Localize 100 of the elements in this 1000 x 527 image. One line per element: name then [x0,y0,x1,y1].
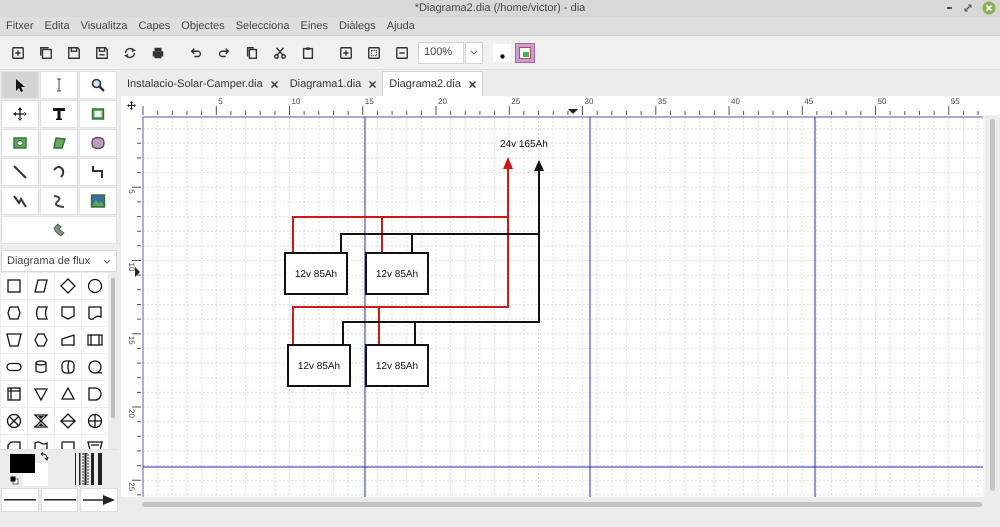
chevron-down-icon [103,258,111,264]
tool-button[interactable] [1,100,39,128]
parallelogram-icon [33,278,49,294]
scissors-icon [273,46,287,60]
shape-button[interactable] [28,327,54,353]
process-icon [6,278,22,294]
scrollbar[interactable] [142,502,982,506]
object-snap-button[interactable] [515,42,535,62]
tool-button[interactable] [79,158,117,186]
scrollbar[interactable] [990,119,995,491]
battery-box [287,344,351,387]
zigzag-line-icon [90,164,106,180]
shape-button[interactable] [55,408,81,434]
shape-button[interactable] [28,354,54,380]
cylinder-icon [33,359,49,375]
line-icon [4,499,36,501]
ruler-label: 55 [950,97,960,106]
internal-storage-icon [6,386,22,402]
menu-item[interactable]: Ajuda [386,18,415,34]
shape-button[interactable] [1,354,27,380]
background-color-swatch[interactable] [23,463,48,486]
menu-item[interactable]: Capes [138,18,170,34]
line-width-icon[interactable] [75,453,105,485]
shape-button[interactable] [28,300,54,326]
snap-to-grid-button[interactable] [493,44,511,62]
shape-button[interactable] [82,354,108,380]
minimize-icon[interactable] [946,6,954,10]
shape-button[interactable] [55,327,81,353]
polygon-icon [51,135,67,151]
tool-button[interactable] [79,100,117,128]
battery-label: 12v 85Ah [376,269,418,280]
foreground-color-swatch[interactable] [10,454,35,473]
line-icon [44,499,76,501]
shape-button[interactable] [1,273,27,299]
tool-button[interactable] [1,71,39,99]
shape-button[interactable] [55,354,81,380]
tool-button[interactable] [79,129,117,157]
document-tab[interactable]: Instalacio-Solar-Camper.dia [121,73,284,96]
battery-box [284,252,348,295]
circle-icon [87,278,103,294]
zoom-field[interactable]: 100% [418,42,464,64]
shape-button[interactable] [82,381,108,407]
move-cross-icon[interactable] [126,101,136,110]
menu-item[interactable]: Diàlegs [339,18,376,34]
swap-colors-icon[interactable] [40,452,49,461]
menu-item[interactable]: Objectes [181,18,225,34]
stored-data-icon [33,305,49,321]
scrollbar[interactable] [111,278,115,418]
tool-button[interactable] [40,187,78,215]
end-arrow-button[interactable] [80,488,118,512]
menu-item[interactable]: Eines [300,18,328,34]
ruler-label: 20 [127,409,136,418]
close-tab-icon[interactable] [369,81,376,88]
shape-button[interactable] [1,408,27,434]
shape-button[interactable] [82,408,108,434]
start-arrow-button[interactable] [1,488,39,512]
ruler-label: 20 [438,97,447,106]
shape-button[interactable] [28,381,54,407]
shape-button[interactable] [28,273,54,299]
tool-button[interactable] [79,187,117,215]
menu-item[interactable]: Edita [44,18,70,34]
document-icon [87,305,103,321]
zoom-dropdown-button[interactable] [465,42,483,64]
tool-button[interactable] [1,158,39,186]
diamond-icon [60,278,76,294]
document-tab[interactable]: Diagrama2.dia [382,71,483,96]
shape-button[interactable] [82,327,108,353]
battery-label: 12v 85Ah [376,361,418,372]
default-colors-icon[interactable] [10,476,19,485]
shape-button[interactable] [55,273,81,299]
document-tab[interactable]: Diagrama1.dia [284,73,382,96]
shape-button[interactable] [1,300,27,326]
tool-button[interactable] [40,100,78,128]
tool-button[interactable] [79,71,117,99]
line-style-button[interactable] [40,488,78,512]
shape-button[interactable] [82,300,108,326]
shape-button[interactable] [28,408,54,434]
battery-label: 12v 85Ah [294,269,338,280]
tool-button[interactable] [40,158,78,186]
printer-icon [151,46,165,60]
menu-item[interactable]: Selecciona [236,18,290,34]
close-tab-icon[interactable] [270,81,278,88]
minus-square-icon [395,46,409,60]
shape-button[interactable] [1,327,27,353]
tool-button[interactable] [1,129,39,157]
predefined-process-icon [87,332,103,348]
maximize-icon[interactable] [964,4,972,12]
close-tab-icon[interactable] [468,80,476,88]
menu-item[interactable]: Fitxer [6,18,34,34]
ruler-label: 25 [127,482,136,492]
shape-button[interactable] [55,300,81,326]
off-page-icon [60,305,76,321]
ruler-label: 40 [731,97,740,106]
shape-button[interactable] [82,273,108,299]
shape-button[interactable] [1,381,27,407]
shape-button[interactable] [55,381,81,407]
tool-button[interactable] [1,187,39,215]
menu-item[interactable]: Visualitza [80,18,128,34]
sheet-dropdown[interactable]: Diagrama de flux [1,250,117,272]
tool-button[interactable] [40,129,78,157]
